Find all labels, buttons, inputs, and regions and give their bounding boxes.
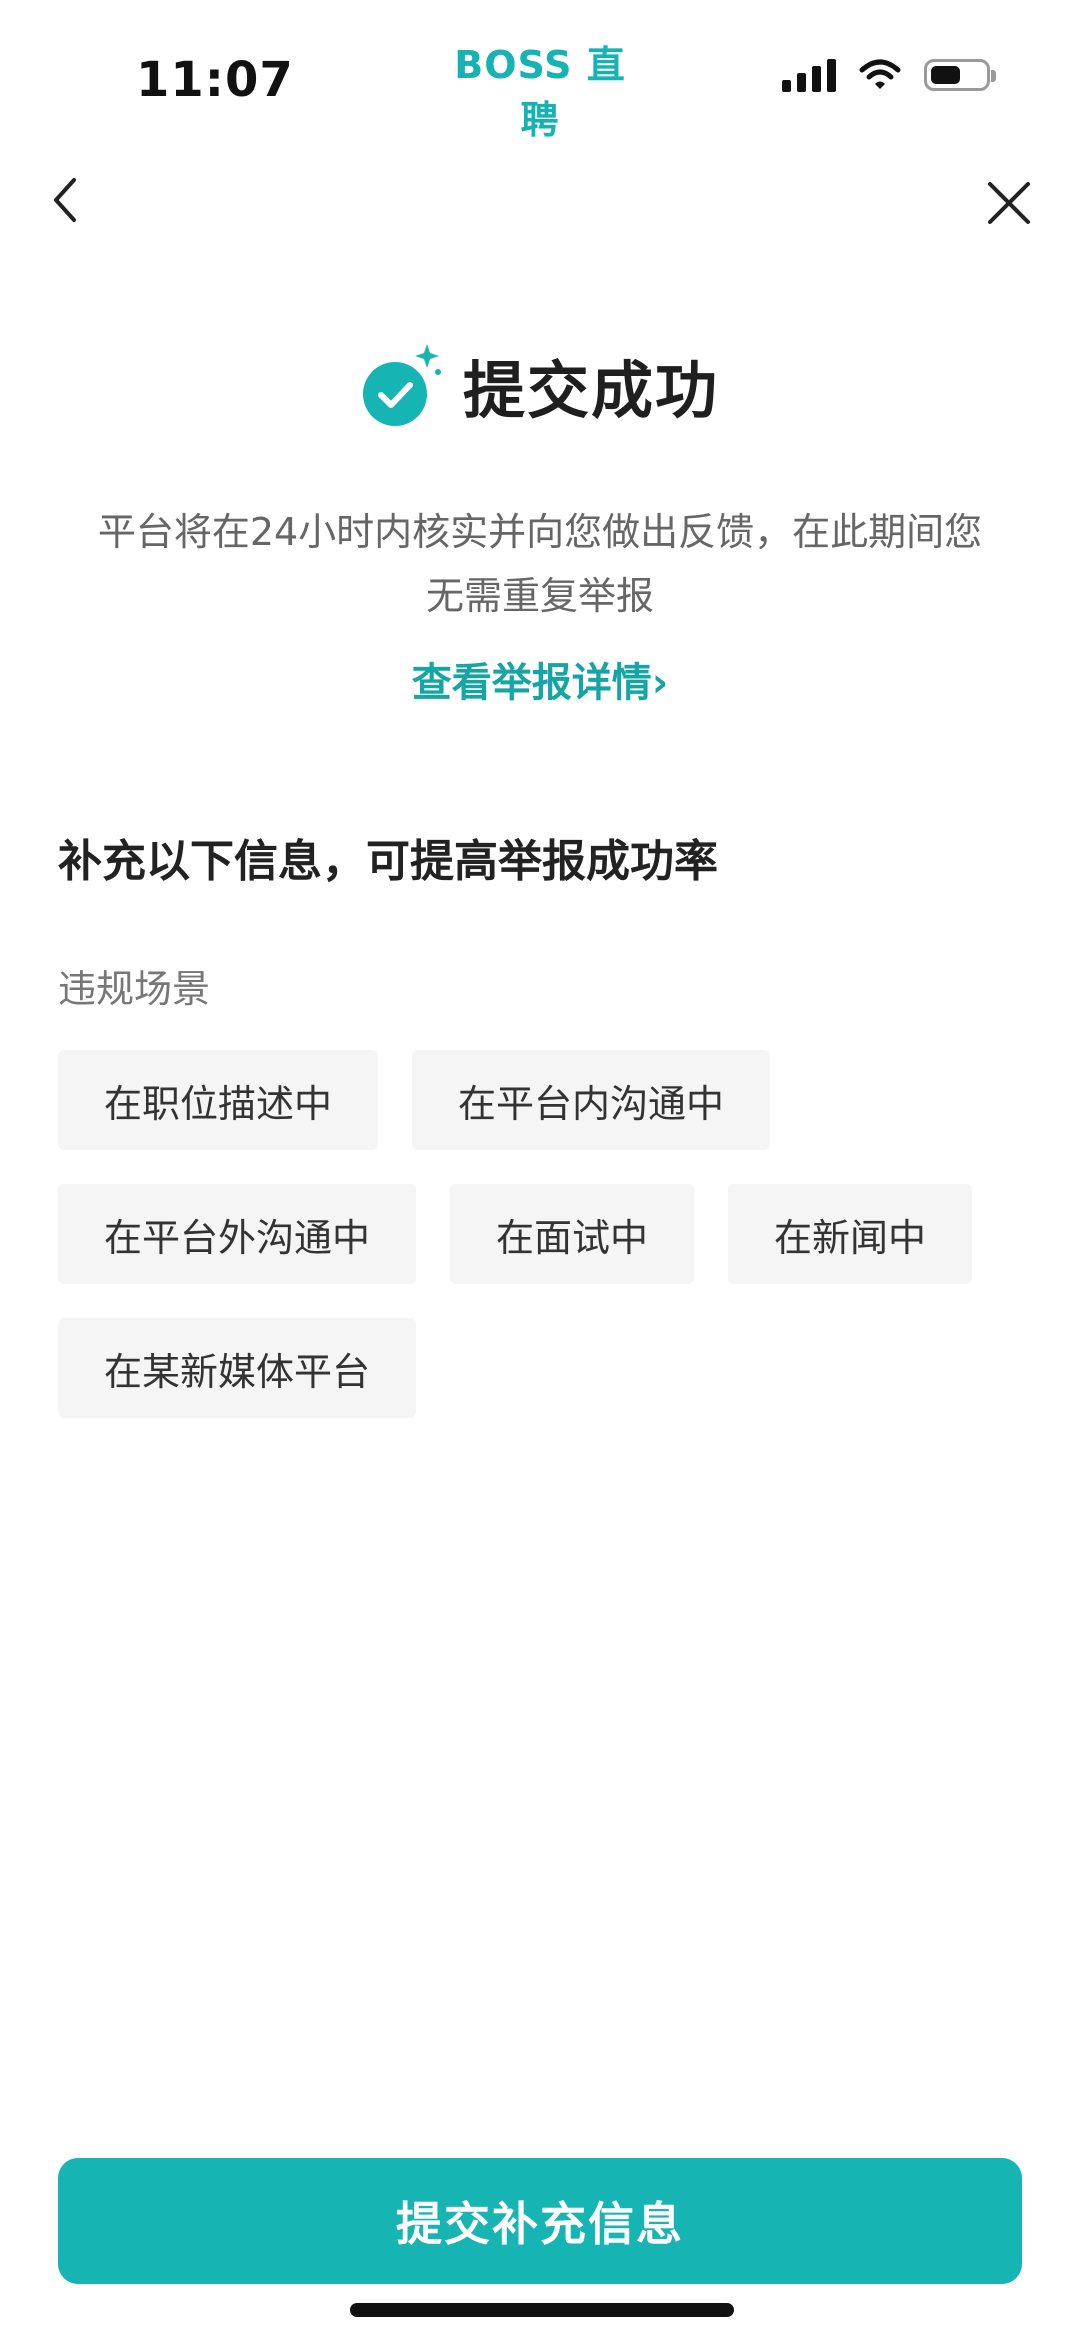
status-time: 11:07 [136,52,294,108]
brand-logo-text: BOSS 直聘 [454,43,626,142]
scene-label: 违规场景 [58,967,211,1011]
tag-row: 在职位描述中 在平台内沟通中 [58,1050,1022,1150]
signal-icon [782,58,836,92]
tag-row: 在某新媒体平台 [58,1318,1022,1418]
check-circle-icon [362,344,441,426]
back-button[interactable] [44,172,88,228]
success-header: 提交成功 [0,330,1080,440]
close-icon [988,182,1030,224]
tag-row: 在平台外沟通中 在面试中 在新闻中 [58,1184,1022,1284]
detail-link-label: 查看举报详情 [411,660,652,706]
chevron-left-icon [54,178,76,222]
scene-tag-off-platform-chat[interactable]: 在平台外沟通中 [58,1184,417,1284]
scene-tag-news[interactable]: 在新闻中 [728,1184,973,1284]
battery-level [931,66,960,84]
scene-tag-job-description[interactable]: 在职位描述中 [58,1050,379,1150]
scene-tag-group: 在职位描述中 在平台内沟通中 在平台外沟通中 在面试中 在新闻中 在某新媒体平台 [58,1050,1022,1452]
success-title: 提交成功 [462,354,719,427]
scene-tag-interview[interactable]: 在面试中 [450,1184,695,1284]
supplement-title: 补充以下信息，可提高举报成功率 [58,836,718,887]
submit-supplement-button[interactable]: 提交补充信息 [58,2158,1022,2284]
description-line-2: 无需重复举报 [425,574,654,618]
status-bar: 11:07 BOSS 直聘 [0,0,1080,150]
close-button[interactable] [982,176,1036,230]
scene-tag-new-media[interactable]: 在某新媒体平台 [58,1318,417,1418]
chevron-right-icon: › [651,660,669,706]
view-report-details-link[interactable]: 查看举报详情› [0,650,1080,708]
scene-tag-in-platform-chat[interactable]: 在平台内沟通中 [412,1050,771,1150]
success-description: 平台将在24小时内核实并向您做出反馈，在此期间您 无需重复举报 [60,500,1020,628]
description-line-1: 平台将在24小时内核实并向您做出反馈，在此期间您 [97,510,983,554]
home-indicator[interactable] [350,2303,734,2317]
battery-icon [924,59,996,91]
status-icons [782,58,996,92]
wifi-icon [859,59,901,89]
